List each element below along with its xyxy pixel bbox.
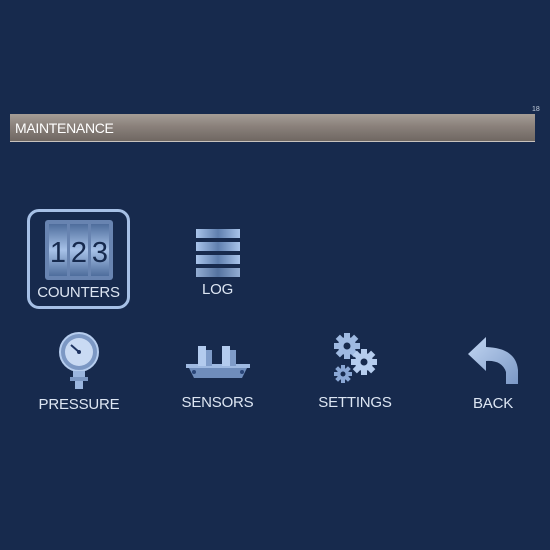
page-title: MAINTENANCE — [15, 120, 114, 136]
settings-button[interactable]: SETTINGS — [308, 330, 402, 416]
page-number: 18 — [532, 106, 540, 113]
title-bar: MAINTENANCE — [10, 114, 535, 142]
counters-label: COUNTERS — [37, 284, 120, 301]
log-button[interactable]: LOG — [170, 222, 265, 306]
counter-digit: 3 — [91, 237, 107, 269]
pressure-button[interactable]: PRESSURE — [30, 330, 128, 416]
counters-button[interactable]: 1 2 3 COUNTERS — [27, 209, 130, 309]
log-label: LOG — [201, 281, 234, 298]
back-button[interactable]: BACK — [448, 334, 538, 416]
back-label: BACK — [472, 395, 514, 412]
settings-label: SETTINGS — [318, 394, 392, 411]
pressure-label: PRESSURE — [38, 396, 120, 413]
sensors-button[interactable]: SENSORS — [170, 340, 265, 416]
counter-digit: 1 — [49, 237, 65, 269]
gears-icon — [334, 333, 377, 383]
counter-digit: 2 — [70, 237, 86, 269]
back-arrow-icon — [468, 337, 518, 384]
log-lines-icon — [195, 229, 240, 277]
sensors-label: SENSORS — [181, 394, 254, 411]
sensor-icon — [185, 346, 250, 378]
pressure-gauge-icon — [59, 332, 99, 389]
counter-icon: 1 2 3 — [44, 220, 113, 280]
